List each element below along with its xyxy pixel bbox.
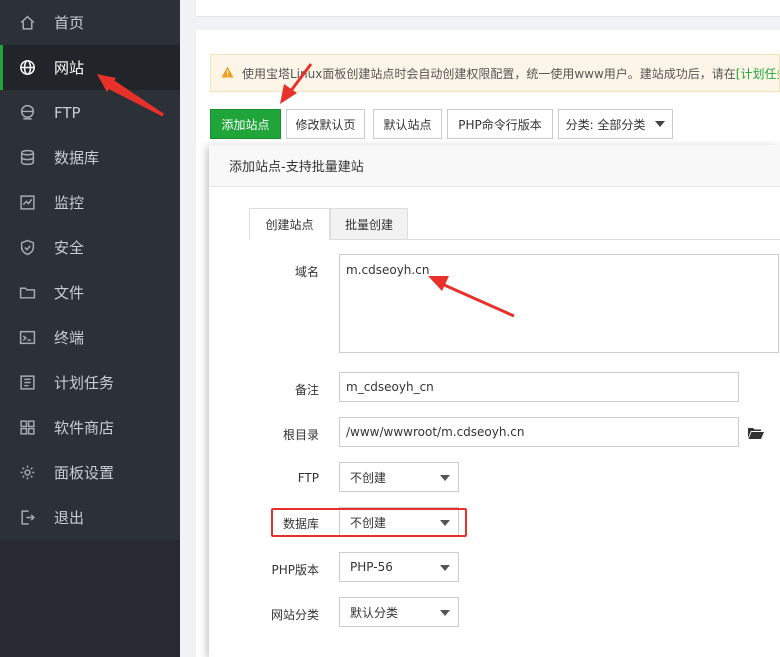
sidebar-item-label: 首页 bbox=[54, 14, 85, 32]
sidebar-item-label: 终端 bbox=[54, 329, 85, 347]
database-icon bbox=[0, 149, 54, 166]
sidebar-item-security[interactable]: 安全 bbox=[0, 225, 180, 270]
site-category-label: 网站分类 bbox=[270, 608, 319, 622]
sidebar-item-monitor[interactable]: 监控 bbox=[0, 180, 180, 225]
default-site-button[interactable]: 默认站点 bbox=[373, 109, 442, 139]
sidebar-item-database[interactable]: 数据库 bbox=[0, 135, 180, 180]
grid-icon bbox=[0, 419, 54, 436]
root-dir-label: 根目录 bbox=[282, 428, 319, 442]
edit-default-page-button[interactable]: 修改默认页 bbox=[286, 109, 365, 139]
root-dir-input[interactable]: /www/wwwroot/m.cdseoyh.cn bbox=[339, 417, 739, 447]
sidebar-item-website[interactable]: 网站 bbox=[0, 45, 180, 90]
sidebar-item-label: 软件商店 bbox=[54, 419, 115, 437]
cron-link[interactable]: [计划任务 bbox=[736, 65, 779, 82]
sidebar-item-label: 监控 bbox=[54, 194, 85, 212]
remark-input[interactable]: m_cdseoyh_cn bbox=[339, 372, 739, 402]
sidebar-item-label: 文件 bbox=[54, 284, 85, 302]
category-filter-select[interactable]: 分类: 全部分类 bbox=[558, 109, 673, 139]
domain-label: 域名 bbox=[294, 265, 319, 279]
sidebar-item-cron[interactable]: 计划任务 bbox=[0, 360, 180, 405]
sidebar-item-label: 面板设置 bbox=[54, 464, 115, 482]
chevron-down-icon bbox=[440, 610, 450, 616]
php-version-select-value: PHP-56 bbox=[350, 560, 393, 574]
logout-icon bbox=[0, 509, 54, 526]
top-bar bbox=[196, 0, 780, 17]
add-site-button[interactable]: 添加站点 bbox=[210, 109, 281, 139]
folder-icon bbox=[0, 284, 54, 301]
site-category-select-value: 默认分类 bbox=[350, 605, 399, 620]
php-version-label: PHP版本 bbox=[271, 563, 320, 577]
category-filter-label: 分类: 全部分类 bbox=[565, 117, 646, 132]
sidebar-item-label: FTP bbox=[54, 103, 81, 122]
site-category-select[interactable]: 默认分类 bbox=[339, 597, 459, 627]
ftp-globe-icon bbox=[0, 104, 54, 121]
tab-create-site[interactable]: 创建站点 bbox=[249, 208, 330, 240]
globe-icon bbox=[0, 59, 54, 76]
remark-label: 备注 bbox=[294, 383, 319, 397]
sidebar-item-app-store[interactable]: 软件商店 bbox=[0, 405, 180, 450]
sidebar-item-home[interactable]: 首页 bbox=[0, 0, 180, 45]
sidebar-item-label: 计划任务 bbox=[54, 374, 115, 392]
sidebar-item-label: 网站 bbox=[54, 59, 85, 77]
chevron-down-icon bbox=[440, 475, 450, 481]
ftp-select[interactable]: 不创建 bbox=[339, 462, 459, 492]
notice-bar: 使用宝塔Linux面板创建站点时会自动创建权限配置，统一使用www用户。建站成功… bbox=[210, 54, 780, 92]
shield-icon bbox=[0, 239, 54, 256]
php-cli-version-button[interactable]: PHP命令行版本 bbox=[447, 109, 553, 139]
terminal-icon bbox=[0, 329, 54, 346]
sidebar-footer bbox=[0, 540, 180, 657]
monitor-icon bbox=[0, 194, 54, 211]
dialog-title: 添加站点-支持批量建站 bbox=[209, 145, 780, 187]
add-site-dialog: 添加站点-支持批量建站 创建站点 批量创建 域名 m.cdseoyh.cn 备注… bbox=[209, 145, 780, 657]
sidebar-item-logout[interactable]: 退出 bbox=[0, 495, 180, 540]
warning-icon bbox=[221, 66, 234, 81]
sidebar-item-files[interactable]: 文件 bbox=[0, 270, 180, 315]
sidebar-item-ftp[interactable]: FTP bbox=[0, 90, 180, 135]
sidebar-item-label: 退出 bbox=[54, 509, 85, 527]
notice-text: 使用宝塔Linux面板创建站点时会自动创建权限配置，统一使用www用户。建站成功… bbox=[242, 66, 736, 81]
schedule-icon bbox=[0, 374, 54, 391]
ftp-select-value: 不创建 bbox=[350, 470, 387, 485]
sidebar-item-label: 安全 bbox=[54, 239, 85, 257]
domain-input[interactable]: m.cdseoyh.cn bbox=[339, 254, 779, 353]
tab-batch-create[interactable]: 批量创建 bbox=[330, 208, 408, 240]
home-icon bbox=[0, 14, 54, 31]
database-highlight-box bbox=[271, 508, 467, 537]
chevron-down-icon bbox=[655, 121, 666, 127]
php-version-select[interactable]: PHP-56 bbox=[339, 552, 459, 582]
sidebar-item-terminal[interactable]: 终端 bbox=[0, 315, 180, 360]
folder-open-icon[interactable] bbox=[747, 425, 765, 441]
gear-icon bbox=[0, 464, 54, 481]
chevron-down-icon bbox=[440, 565, 450, 571]
sidebar-item-label: 数据库 bbox=[54, 149, 100, 167]
ftp-label: FTP bbox=[297, 471, 319, 485]
sidebar: 首页 网站 FTP 数据库 监控 安全 文件 终端 计划任务 软件商店 面板设置 bbox=[0, 0, 180, 657]
sidebar-item-settings[interactable]: 面板设置 bbox=[0, 450, 180, 495]
